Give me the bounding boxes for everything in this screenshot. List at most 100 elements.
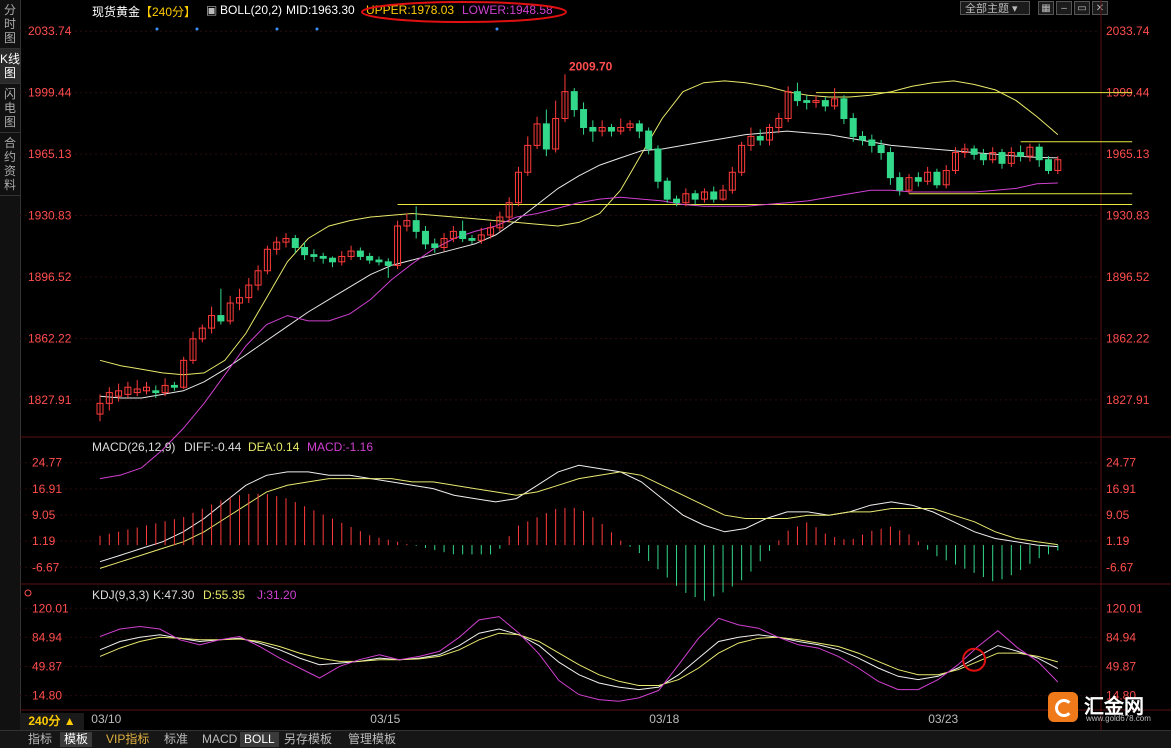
y-tick-label-left: 1999.44 (28, 86, 72, 100)
y-tick-label-right: 1896.52 (1106, 270, 1150, 284)
candle-body (970, 148, 978, 155)
tab-template[interactable]: 模板 (60, 732, 93, 747)
period-selector[interactable]: 240分 ▲ (20, 713, 84, 730)
candle-body (1017, 152, 1025, 157)
macd-title: MACD(26,12,9) (92, 440, 175, 454)
candle-body (635, 123, 643, 132)
event-marker (315, 27, 319, 31)
y-tick-label-left: 1862.22 (28, 331, 72, 345)
boll-upper-line (99, 80, 1059, 376)
logo-icon (1048, 692, 1078, 722)
y-tick-label-left: 1827.91 (28, 393, 72, 407)
candle-body (459, 230, 467, 240)
macd-y-tick-right: 9.05 (1106, 508, 1130, 522)
kdj-y-tick-right: 120.01 (1106, 601, 1143, 615)
macd-y-tick-right: 24.77 (1106, 456, 1136, 470)
candle-body (998, 152, 1006, 164)
macd-y-tick-left: 24.77 (32, 456, 62, 470)
candle-body (301, 246, 309, 256)
macd-diff-label: DIFF:-0.44 (184, 440, 242, 454)
kdj-j-line (99, 616, 1059, 702)
y-tick-label-left: 1930.83 (28, 209, 72, 223)
macd-y-tick-left: -6.67 (32, 560, 60, 574)
tab-vip-indicator[interactable]: VIP指标 (102, 732, 153, 747)
candle-body (896, 177, 904, 191)
candle-body (803, 100, 811, 103)
boll-lower-line (99, 182, 1058, 480)
candle-body (412, 220, 420, 232)
kdj-y-tick-left: 49.87 (32, 659, 62, 673)
candle-body (310, 254, 318, 257)
tab-indicator[interactable]: 指标 (24, 732, 56, 747)
candle-body (859, 135, 867, 141)
tab-timeshare[interactable]: 分时图 (0, 0, 20, 49)
x-tick-label: 03/18 (649, 712, 679, 726)
logo: 汇金网 www.gold678.com (1048, 690, 1168, 726)
y-tick-label-right: 1862.22 (1106, 331, 1150, 345)
event-marker (275, 27, 279, 31)
candle-body (673, 198, 681, 204)
candle-body (366, 255, 374, 261)
candle-body (645, 130, 653, 150)
y-tick-label-left: 2033.74 (28, 24, 72, 38)
candle-body (914, 177, 922, 182)
macd-value-label: MACD:-1.16 (307, 440, 373, 454)
candle-body (710, 191, 718, 200)
max-price-label: 2009.70 (569, 59, 613, 73)
candle-body (170, 384, 178, 388)
kdj-y-tick-left: 84.94 (32, 630, 62, 644)
event-marker (195, 27, 199, 31)
tab-flash[interactable]: 闪电图 (0, 84, 20, 133)
settings-icon (24, 589, 32, 597)
candle-body (663, 180, 671, 200)
macd-diff-line (99, 464, 1058, 563)
kdj-d-label: D:55.35 (203, 588, 245, 602)
event-marker (155, 27, 159, 31)
kdj-title: KDJ(9,3,3) (92, 588, 149, 602)
kdj-y-tick-right: 49.87 (1106, 659, 1136, 673)
chart-canvas[interactable]: 2033.74 2033.741999.44 1999.441965.13 1965.… (20, 0, 1171, 730)
candle-body (933, 171, 941, 186)
y-tick-label-right: 1827.91 (1106, 393, 1150, 407)
candle-body (328, 257, 336, 263)
candle-body (580, 109, 588, 128)
tab-macd[interactable]: MACD (198, 732, 241, 747)
y-tick-label-right: 1930.83 (1106, 209, 1150, 223)
candle-body (691, 193, 699, 200)
candle-body (375, 259, 383, 263)
x-tick-label: 03/23 (928, 712, 958, 726)
candle-body (384, 261, 392, 266)
candle-body (291, 238, 299, 248)
candle-body (868, 139, 876, 146)
kdj-y-tick-left: 120.01 (32, 601, 69, 615)
candle-body (319, 255, 327, 259)
candle-body (431, 243, 439, 248)
candle-body (821, 100, 829, 107)
kdj-d-line (99, 632, 1058, 686)
tab-boll[interactable]: BOLL (240, 732, 279, 747)
macd-y-tick-right: 1.19 (1106, 534, 1130, 548)
candle-body (877, 144, 885, 154)
tab-standard[interactable]: 标准 (160, 732, 192, 747)
bottom-tab-bar: 指标 模板 VIP指标 标准 MACD BOLL 另存模板 管理模板 (0, 730, 1171, 748)
macd-dea-label: DEA:0.14 (248, 440, 300, 454)
boll-mid-line (99, 130, 1058, 399)
y-tick-label-left: 1896.52 (28, 270, 72, 284)
kdj-y-tick-left: 14.80 (32, 689, 62, 703)
candle-body (793, 91, 801, 102)
tab-contract-info[interactable]: 合约资料 (0, 133, 20, 196)
candle-body (356, 250, 364, 257)
candle-body (607, 126, 615, 132)
candle-body (468, 238, 476, 241)
x-tick-label: 03/15 (370, 712, 400, 726)
side-tab-bar: 分时图 K线图 闪电图 合约资料 (0, 0, 21, 730)
y-tick-label-right: 1965.13 (1106, 147, 1150, 161)
tab-manage-template[interactable]: 管理模板 (344, 732, 400, 747)
tab-save-template[interactable]: 另存模板 (280, 732, 336, 747)
candle-body (979, 153, 987, 161)
candle-body (886, 152, 894, 179)
candle-body (589, 126, 597, 132)
tab-kline[interactable]: K线图 (0, 49, 20, 84)
macd-y-tick-right: 16.91 (1106, 482, 1136, 496)
macd-y-tick-left: 1.19 (32, 534, 56, 548)
